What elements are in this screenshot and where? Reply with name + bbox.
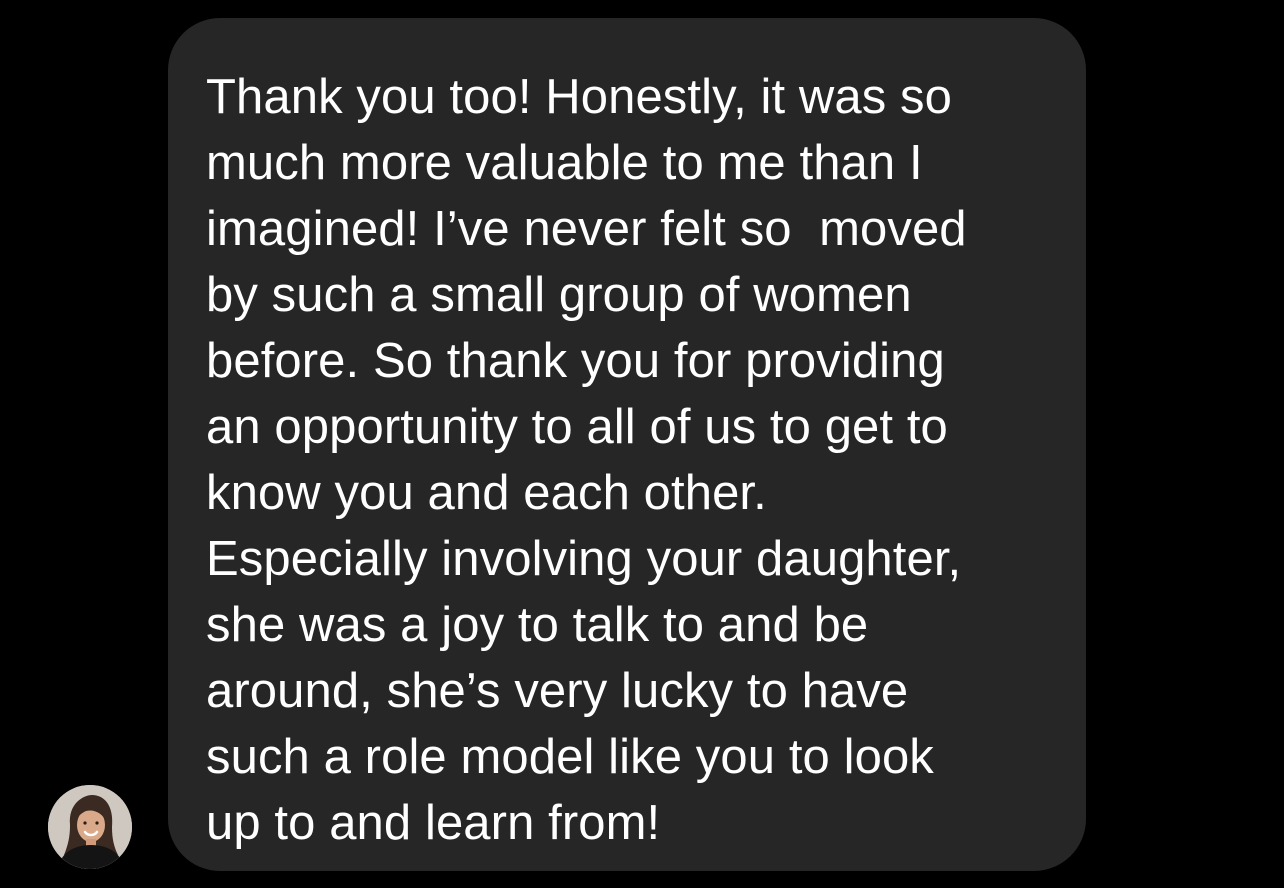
message-line: such a role model like you to look: [206, 730, 934, 784]
message-line: Thank you too! Honestly, it was so: [206, 70, 953, 124]
profile-photo-icon: [48, 785, 132, 869]
message-line: by such a small group of women: [206, 268, 912, 322]
message-line: she was a joy to talk to and be: [206, 598, 869, 652]
message-line: an opportunity to all of us to get to: [206, 400, 948, 454]
message-line: before. So thank you for providing: [206, 334, 945, 388]
message-line: Especially involving your daughter,: [206, 532, 962, 586]
message-line: imagined! I’ve never felt so moved: [206, 202, 967, 256]
message-line: up to and learn from!: [206, 796, 661, 850]
sender-avatar[interactable]: [48, 785, 132, 869]
message-line: around, she’s very lucky to have: [206, 664, 909, 718]
message-line: much more valuable to me than I: [206, 136, 923, 190]
chat-thread: Thank you too! Honestly, it was so much …: [0, 0, 1284, 888]
message-bubble[interactable]: Thank you too! Honestly, it was so much …: [168, 18, 1086, 871]
message-line: know you and each other.: [206, 466, 767, 520]
